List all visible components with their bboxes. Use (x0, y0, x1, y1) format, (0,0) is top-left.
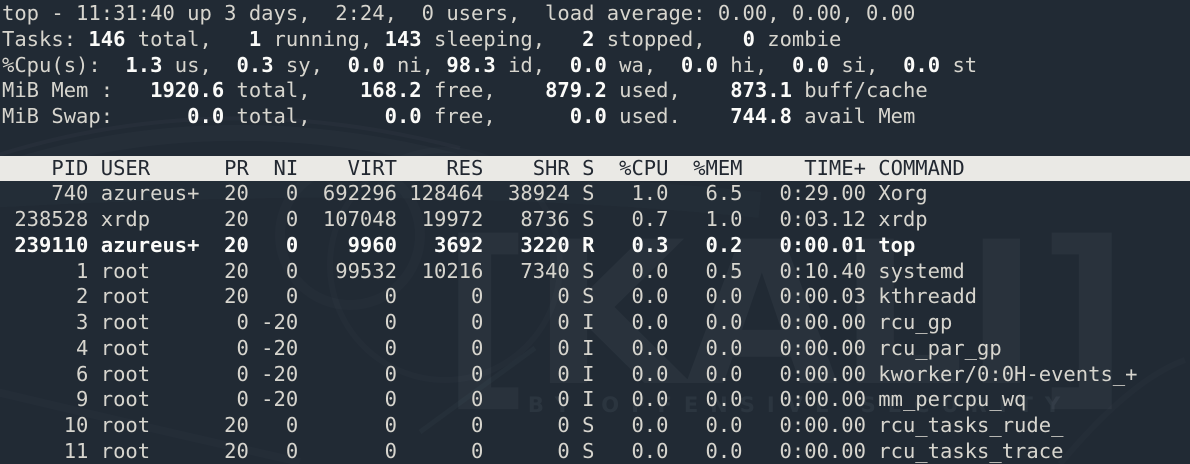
summary-text: id, (495, 52, 570, 77)
summary-text: MiB Mem : (2, 78, 151, 103)
summary-value: 0.0 (569, 52, 607, 77)
summary-area: top - 11:31:40 up 3 days, 2:24, 0 users,… (0, 1, 1190, 130)
summary-value: 0.3 (236, 52, 274, 77)
summary-text: used. (606, 104, 731, 129)
mem-line: MiB Mem : 1920.6 total, 168.2 free, 879.… (0, 78, 1190, 104)
summary-text: total, (224, 104, 385, 129)
summary-value: 0.0 (187, 104, 225, 129)
process-row-1: 1 root 20 0 99532 10216 7340 S 0.0 0.5 0… (2, 258, 965, 283)
cpu-line: %Cpu(s): 1.3 us, 0.3 sy, 0.0 ni, 98.3 id… (0, 53, 1190, 79)
summary-text: sleeping, (421, 26, 583, 51)
summary-value: 0.0 (791, 52, 830, 77)
swap-line: MiB Swap: 0.0 total, 0.0 free, 0.0 used.… (0, 104, 1190, 130)
summary-value: 0 (742, 26, 755, 51)
summary-value: 0.0 (680, 52, 718, 77)
summary-text: running, (261, 26, 385, 51)
process-row-2: 2 root 20 0 0 0 0 S 0.0 0.0 0:00.03 kthr… (2, 284, 978, 309)
process-row-740: 740 azureus+ 20 0 692296 128464 38924 S … (2, 181, 928, 206)
summary-value: 0.0 (569, 104, 607, 129)
summary-value: 0.0 (903, 52, 941, 77)
summary-text: top - 11:31:40 up 3 days, 2:24, 0 users,… (2, 1, 916, 25)
summary-value: 744.8 (730, 104, 792, 129)
summary-text: total, (125, 26, 249, 51)
summary-text: wa, (606, 52, 681, 77)
process-list: 740 azureus+ 20 0 692296 128464 38924 S … (0, 181, 1190, 464)
summary-text: free, (421, 78, 546, 103)
summary-value: 2 (582, 26, 595, 51)
summary-value: 146 (88, 26, 126, 51)
summary-text: %Cpu(s): (2, 52, 126, 77)
summary-text: st (940, 52, 978, 77)
summary-text: stopped, (594, 26, 743, 51)
summary-value: 143 (384, 26, 422, 51)
summary-text: Tasks: (2, 26, 89, 51)
process-row-3: 3 root 0 -20 0 0 0 I 0.0 0.0 0:00.00 rcu… (2, 310, 953, 335)
process-row-4: 4 root 0 -20 0 0 0 I 0.0 0.0 0:00.00 rcu… (2, 335, 1002, 360)
process-table-header: PID USER PR NI VIRT RES SHR S %CPU %MEM … (0, 155, 1190, 182)
summary-value: 1 (248, 26, 262, 51)
summary-text: MiB Swap: (2, 104, 188, 129)
process-row-6: 6 root 0 -20 0 0 0 I 0.0 0.0 0:00.00 kwo… (2, 361, 1138, 386)
summary-text: si, (829, 52, 904, 77)
summary-text: sy, (273, 52, 348, 77)
summary-value: 0.0 (347, 52, 385, 77)
process-row-9: 9 root 0 -20 0 0 0 I 0.0 0.0 0:00.00 mm_… (2, 387, 1027, 412)
summary-text: us, (162, 52, 237, 77)
summary-value: 0.0 (384, 104, 422, 129)
uptime-line: top - 11:31:40 up 3 days, 2:24, 0 users,… (0, 1, 1190, 27)
summary-value: 879.2 (545, 78, 607, 103)
top-output: top - 11:31:40 up 3 days, 2:24, 0 users,… (0, 0, 1190, 464)
terminal-window[interactable]: [KALI] BY OFFENSIVE SECURITY top - 11:31… (0, 0, 1190, 464)
summary-value: 168.2 (359, 78, 422, 103)
summary-text: hi, (717, 52, 792, 77)
summary-text: ni, (384, 52, 447, 77)
process-row-10: 10 root 20 0 0 0 0 S 0.0 0.0 0:00.00 rcu… (2, 413, 1064, 438)
summary-value: 98.3 (446, 52, 496, 77)
summary-text: free, (421, 104, 570, 129)
summary-text: buff/cache (791, 78, 928, 103)
summary-value: 1920.6 (150, 78, 225, 103)
summary-text: total, (224, 78, 360, 103)
summary-value: 873.1 (730, 78, 792, 103)
summary-text: used, (606, 78, 731, 103)
summary-text: zombie (754, 26, 842, 51)
summary-value: 1.3 (125, 52, 163, 77)
process-row-239110: 239110 azureus+ 20 0 9960 3692 3220 R 0.… (2, 232, 916, 257)
summary-text: avail Mem (791, 104, 916, 129)
process-row-238528: 238528 xrdp 20 0 107048 19972 8736 S 0.7… (2, 207, 928, 232)
process-row-11: 11 root 20 0 0 0 0 S 0.0 0.0 0:00.00 rcu… (2, 439, 1064, 464)
tasks-line: Tasks: 146 total, 1 running, 143 sleepin… (0, 27, 1190, 53)
